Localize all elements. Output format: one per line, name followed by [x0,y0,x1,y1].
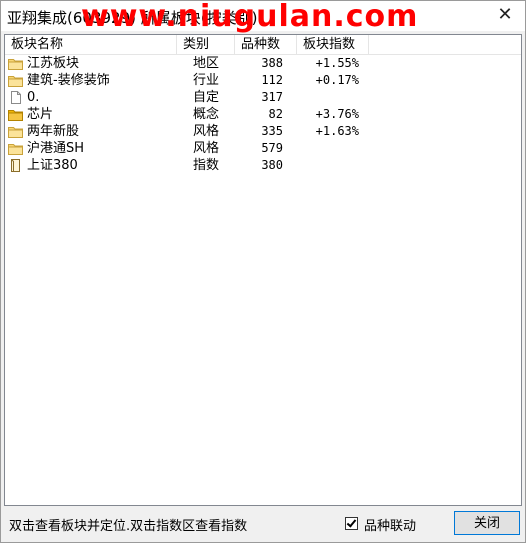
column-header-index[interactable]: 板块指数 [297,35,369,54]
row-index[interactable]: +0.17% [305,72,359,89]
dialog-window: 亚翔集成(603929) 所属板块(按类别) www.niugulan.com … [0,0,526,543]
table-row[interactable]: 江苏板块 地区 388 +1.55% [5,55,521,72]
row-index[interactable]: +3.76% [305,106,359,123]
row-type: 概念 [193,107,220,122]
folder-yellow-icon [8,108,23,121]
table-row[interactable]: 沪港通SH 风格 579 [5,140,521,157]
table-row[interactable]: 上证380 指数 380 [5,157,521,174]
column-header-count[interactable]: 品种数 [235,35,297,54]
row-index[interactable]: +1.55% [305,55,359,72]
list-header: 板块名称 类别 品种数 板块指数 [5,35,521,55]
link-checkbox-label: 品种联动 [364,519,417,534]
row-count: 388 [261,56,283,70]
title-bar: 亚翔集成(603929) 所属板块(按类别) www.niugulan.com … [1,0,525,34]
table-row[interactable]: 两年新股 风格 335 +1.63% [5,123,521,140]
row-count: 112 [261,73,283,87]
row-count: 82 [268,107,283,121]
row-index[interactable] [305,140,359,157]
folder-icon [8,74,23,87]
row-name: 建筑-装修装饰 [27,73,110,88]
row-count: 335 [261,124,283,138]
document-icon [8,91,23,104]
checkbox-checked-icon[interactable] [345,517,358,530]
column-header-type[interactable]: 类别 [177,35,235,54]
row-type: 地区 [193,56,220,71]
footer-hint: 双击查看板块并定位.双击指数区查看指数 [9,519,248,534]
row-name: 0. [27,90,40,105]
row-index[interactable] [305,89,359,106]
row-count: 317 [261,90,283,104]
row-name: 两年新股 [27,124,80,139]
table-row[interactable]: 0. 自定 317 [5,89,521,106]
row-type: 风格 [193,141,220,156]
sector-list[interactable]: 板块名称 类别 品种数 板块指数 江苏板块 地区 388 +1.55% 建筑-装修装饰 行… [4,34,522,506]
row-index[interactable] [305,157,359,174]
row-name: 芯片 [27,107,54,122]
folder-icon [8,57,23,70]
close-button[interactable]: 关闭 [454,511,520,535]
row-index[interactable]: +1.63% [305,123,359,140]
table-row[interactable]: 建筑-装修装饰 行业 112 +0.17% [5,72,521,89]
folder-icon [8,125,23,138]
watermark: www.niugulan.com [81,0,419,34]
table-row[interactable]: 芯片 概念 82 +3.76% [5,106,521,123]
row-count: 579 [261,141,283,155]
row-type: 自定 [193,90,220,105]
folder-icon [8,142,23,155]
row-type: 风格 [193,124,220,139]
close-icon[interactable]: ✕ [495,5,515,25]
row-type: 指数 [193,158,220,173]
row-name: 上证380 [27,158,78,173]
page-icon [8,159,23,172]
row-type: 行业 [193,73,220,88]
row-name: 江苏板块 [27,56,80,71]
row-name: 沪港通SH [27,141,85,156]
row-count: 380 [261,158,283,172]
column-header-name[interactable]: 板块名称 [5,35,177,54]
